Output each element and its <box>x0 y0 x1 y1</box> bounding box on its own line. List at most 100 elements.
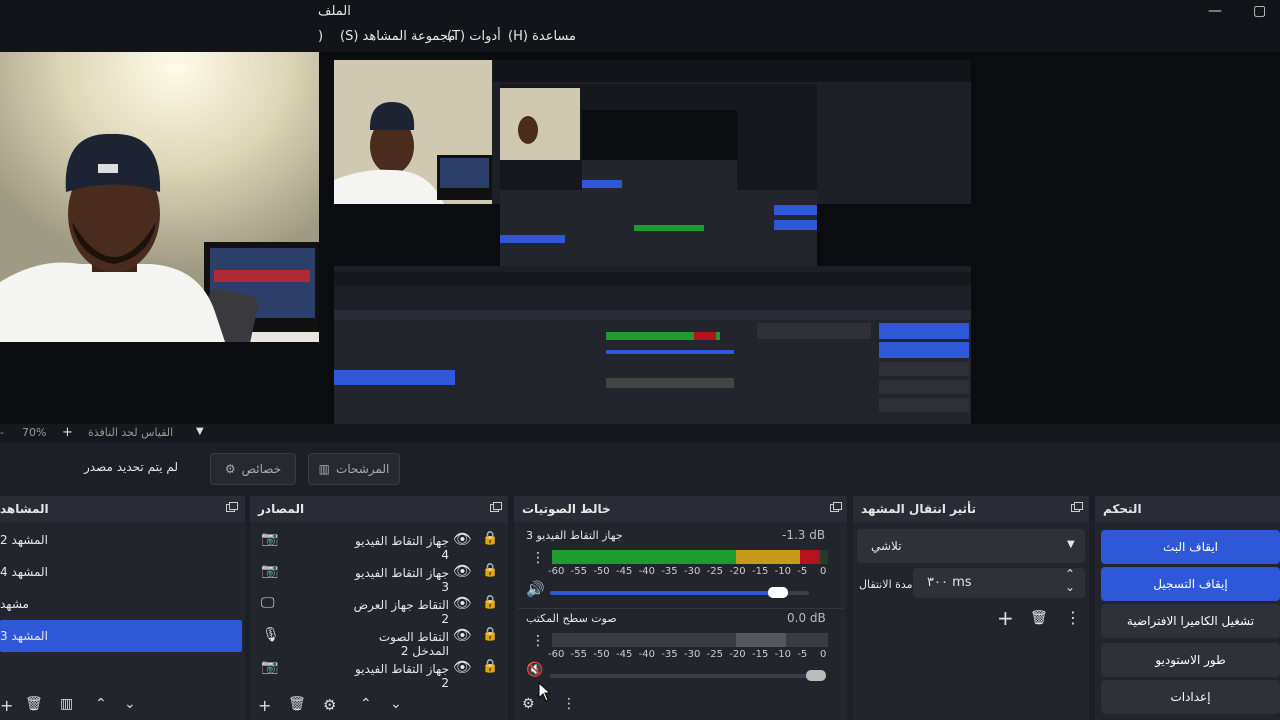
filter-icon[interactable]: ▥ <box>60 696 73 712</box>
source-item[interactable]: 🎙 التقاط الصوت المدخل 2 👁 🔒 <box>250 621 508 658</box>
source-item[interactable]: 📷 جهاز التقاط الفيديو 3 👁 🔒 <box>250 557 508 594</box>
title-bar: الملف — ▢ <box>0 0 1280 24</box>
meter-tick-label: -10 <box>774 649 791 660</box>
undock-icon[interactable] <box>490 502 502 512</box>
meter-tick-label: 0 <box>820 566 827 577</box>
source-item[interactable]: 📷 جهاز التقاط الفيديو 4 👁 🔒 <box>250 525 508 562</box>
eye-icon[interactable]: 👁 <box>453 530 472 548</box>
channel-db: -1.3 dB <box>782 528 826 542</box>
chevron-down-icon: ▼ <box>1067 539 1075 550</box>
channel-name: صوت سطح المكتب <box>526 612 617 625</box>
menu-help[interactable]: (H) مساعدة <box>508 29 576 44</box>
gear-icon[interactable]: ⚙ <box>323 696 336 714</box>
speaker-icon[interactable]: 🔊 <box>526 580 545 598</box>
menu-scene-collection[interactable]: (S) مجموعة المشاهد <box>340 29 455 44</box>
scene-item[interactable]: مشهد <box>0 588 242 620</box>
lock-icon[interactable]: 🔒 <box>482 627 498 642</box>
studio-mode-button[interactable]: طور الاستوديو <box>1101 643 1280 677</box>
chevron-down-icon[interactable]: ⌄ <box>1065 580 1075 594</box>
stop-recording-button[interactable]: إيقاف التسجيل <box>1101 567 1280 601</box>
maximize-button[interactable]: ▢ <box>1253 3 1266 19</box>
lock-icon[interactable]: 🔒 <box>482 531 498 546</box>
lock-icon[interactable]: 🔒 <box>482 659 498 674</box>
add-icon[interactable]: + <box>0 696 13 715</box>
meter-tick-label: 0 <box>820 649 827 660</box>
meter-scale: -60 -55 -50 -45 -40 -35 -30 -25 -20 -15 -10 -5 0 <box>548 649 838 663</box>
kebab-menu-icon[interactable]: ⋮ <box>531 633 545 649</box>
undock-icon[interactable] <box>1071 502 1083 512</box>
chevron-up-icon[interactable]: ⌃ <box>1065 567 1075 581</box>
divider <box>518 608 843 609</box>
scenes-dock-header: المشاهد <box>0 496 245 522</box>
eye-icon[interactable]: 👁 <box>453 658 472 676</box>
duration-spinbox[interactable]: ٣٠٠ ms ⌃ ⌄ <box>913 567 1085 598</box>
kebab-menu-icon[interactable]: ⋮ <box>531 550 545 566</box>
chevron-down-icon[interactable]: ⌄ <box>124 696 136 712</box>
scene-item[interactable]: المشهد 2 <box>0 524 242 556</box>
properties-button[interactable]: ⚙ خصائص <box>210 453 296 485</box>
camera-icon: 📷 <box>261 563 279 579</box>
meter-tick-label: -40 <box>638 566 655 577</box>
muted-speaker-icon[interactable]: 🔇 <box>526 662 543 678</box>
chevron-up-icon[interactable]: ⌃ <box>360 696 372 712</box>
chevron-down-icon[interactable]: ▼ <box>196 426 204 437</box>
volume-slider-knob[interactable] <box>767 587 788 598</box>
volume-slider-fill <box>550 591 778 595</box>
lock-icon[interactable]: 🔒 <box>482 563 498 578</box>
gear-icon[interactable]: ⚙ <box>522 696 535 712</box>
scene-item[interactable]: المشهد 4 <box>0 556 242 588</box>
zoom-value: 70% <box>22 426 47 439</box>
eye-icon[interactable]: 👁 <box>453 594 472 612</box>
scene-item-label: مشهد <box>0 597 29 611</box>
meter-tick-label: -25 <box>706 566 723 577</box>
microphone-icon: 🎙 <box>262 627 280 643</box>
undock-icon[interactable] <box>830 502 842 512</box>
trash-icon[interactable]: 🗑 <box>1030 610 1048 626</box>
source-item[interactable]: 🖵 التقاط جهاز العرض 2 👁 🔒 <box>250 589 508 626</box>
zoom-out-button[interactable]: - <box>0 426 4 439</box>
channel-db: 0.0 dB <box>787 611 826 625</box>
transition-select-value: تلاشي <box>871 539 902 553</box>
stop-streaming-button[interactable]: ايقاف البث <box>1101 530 1280 564</box>
nested-preview-capture <box>334 60 971 424</box>
chevron-down-icon[interactable]: ⌄ <box>390 696 402 712</box>
scene-item-selected[interactable]: المشهد 3 <box>0 620 242 652</box>
meter-tick-label: -30 <box>684 649 701 660</box>
undock-icon[interactable] <box>226 502 238 512</box>
transition-select[interactable]: تلاشي ▼ <box>857 529 1085 563</box>
chevron-up-icon[interactable]: ⌃ <box>95 696 107 712</box>
volume-slider-track[interactable] <box>550 674 825 678</box>
menu-tools[interactable]: (T) أدوات <box>447 29 501 44</box>
volume-slider-knob[interactable] <box>806 670 826 681</box>
eye-icon[interactable]: 👁 <box>453 626 472 644</box>
camera-icon: 📷 <box>261 531 279 547</box>
zoom-in-button[interactable]: + <box>62 425 73 440</box>
trash-icon[interactable]: 🗑 <box>25 696 43 712</box>
add-icon[interactable]: + <box>997 606 1014 630</box>
filters-button[interactable]: ▥ المرشحات <box>308 453 400 485</box>
trash-icon[interactable]: 🗑 <box>288 696 306 712</box>
sources-title: المصادر <box>258 502 305 516</box>
menu-fragment[interactable]: ) <box>318 29 323 44</box>
zoom-fit-select[interactable]: القياس لحد النافذة <box>88 426 173 439</box>
menu-bar: ) (S) مجموعة المشاهد (T) أدوات (H) مساعد… <box>0 24 1280 52</box>
settings-button[interactable]: إعدادات <box>1101 680 1280 714</box>
kebab-menu-icon[interactable]: ⋮ <box>1065 608 1081 627</box>
volume-meter <box>552 633 828 647</box>
meter-tick-label: -20 <box>729 649 746 660</box>
sources-dock-header: المصادر <box>250 496 508 522</box>
zoom-bar: - 70% + القياس لحد النافذة ▼ <box>0 424 1280 442</box>
eye-icon[interactable]: 👁 <box>453 562 472 580</box>
add-icon[interactable]: + <box>258 696 271 715</box>
meter-yellow <box>736 550 801 564</box>
window-title: الملف <box>318 4 351 19</box>
preview-canvas[interactable] <box>0 52 1280 424</box>
kebab-menu-icon[interactable]: ⋮ <box>562 696 576 712</box>
mouse-cursor-icon <box>538 682 552 702</box>
minimize-button[interactable]: — <box>1208 3 1222 19</box>
source-item[interactable]: 📷 جهاز التقاط الفيديو 2 👁 🔒 <box>250 653 508 690</box>
scenes-title: المشاهد <box>0 502 49 516</box>
start-virtual-camera-button[interactable]: تشغيل الكاميرا الافتراضية <box>1101 604 1280 638</box>
lock-icon[interactable]: 🔒 <box>482 595 498 610</box>
channel-name: جهاز التقاط الفيديو 3 <box>526 529 623 542</box>
